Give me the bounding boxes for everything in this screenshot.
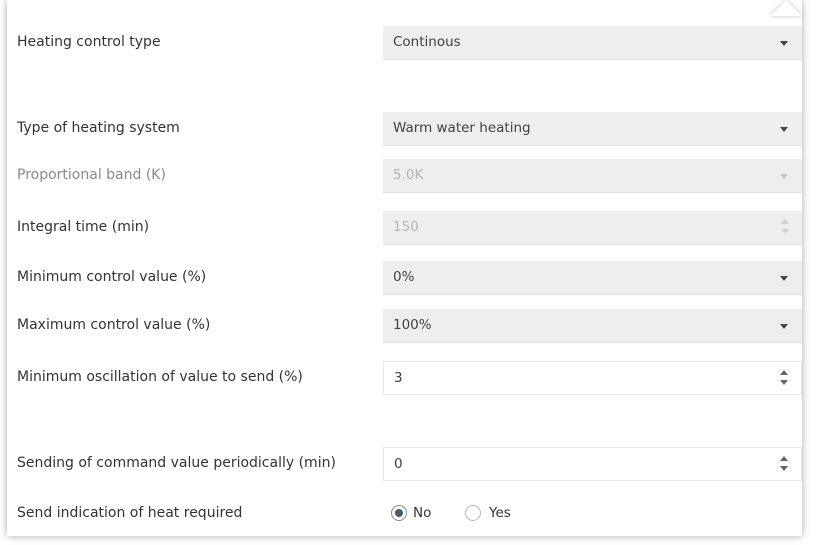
minimum-oscillation-spinner[interactable]: 3 — [383, 361, 802, 395]
spinner-arrows-icon[interactable] — [779, 456, 789, 474]
chevron-down-icon — [780, 41, 788, 46]
chevron-down-icon — [780, 276, 788, 281]
row-minimum-oscillation: Minimum oscillation of value to send (%)… — [7, 361, 802, 395]
row-minimum-control-value: Minimum control value (%) 0% — [7, 261, 802, 295]
maximum-control-value-label: Maximum control value (%) — [17, 317, 211, 333]
minimum-control-value-value: 0% — [393, 269, 415, 285]
row-proportional-band: Proportional band (K) 5.0K — [7, 159, 802, 193]
row-type-of-heating-system: Type of heating system Warm water heatin… — [7, 112, 802, 146]
spinner-arrows-icon[interactable] — [779, 370, 789, 388]
row-send-indication: Send indication of heat required No Yes — [7, 497, 802, 531]
heating-control-type-label: Heating control type — [17, 34, 161, 50]
proportional-band-dropdown: 5.0K — [383, 159, 802, 193]
sending-periodically-label: Sending of command value periodically (m… — [17, 455, 336, 471]
maximum-control-value-dropdown[interactable]: 100% — [383, 309, 802, 343]
send-indication-radio-group: No Yes — [383, 497, 802, 531]
minimum-oscillation-value: 3 — [394, 370, 403, 386]
proportional-band-value: 5.0K — [393, 167, 424, 183]
integral-time-label: Integral time (min) — [17, 219, 150, 235]
panel-pointer-icon — [770, 0, 802, 16]
type-of-heating-system-value: Warm water heating — [393, 120, 531, 136]
sending-periodically-value: 0 — [394, 456, 403, 472]
chevron-down-icon — [780, 174, 788, 179]
parameters-panel: Heating control type Continous Type of h… — [7, 0, 802, 536]
type-of-heating-system-label: Type of heating system — [17, 120, 180, 136]
proportional-band-label: Proportional band (K) — [17, 167, 166, 183]
integral-time-value: 150 — [393, 219, 419, 235]
row-sending-periodically: Sending of command value periodically (m… — [7, 447, 802, 481]
row-maximum-control-value: Maximum control value (%) 100% — [7, 309, 802, 343]
sending-periodically-spinner[interactable]: 0 — [383, 447, 802, 481]
radio-yes-button[interactable] — [465, 505, 481, 521]
heating-control-type-dropdown[interactable]: Continous — [383, 26, 802, 60]
spinner-arrows-icon — [780, 219, 790, 237]
type-of-heating-system-dropdown[interactable]: Warm water heating — [383, 112, 802, 146]
send-indication-label: Send indication of heat required — [17, 505, 243, 521]
radio-yes-label[interactable]: Yes — [489, 505, 511, 521]
minimum-control-value-label: Minimum control value (%) — [17, 269, 207, 285]
maximum-control-value-value: 100% — [393, 317, 432, 333]
minimum-oscillation-label: Minimum oscillation of value to send (%) — [17, 369, 303, 385]
integral-time-spinner: 150 — [383, 211, 802, 245]
row-integral-time: Integral time (min) 150 — [7, 211, 802, 245]
minimum-control-value-dropdown[interactable]: 0% — [383, 261, 802, 295]
chevron-down-icon — [780, 324, 788, 329]
chevron-down-icon — [780, 127, 788, 132]
radio-no-button[interactable] — [391, 505, 407, 521]
heating-control-type-value: Continous — [393, 34, 461, 50]
row-heating-control-type: Heating control type Continous — [7, 26, 802, 60]
radio-no-label[interactable]: No — [413, 505, 431, 521]
